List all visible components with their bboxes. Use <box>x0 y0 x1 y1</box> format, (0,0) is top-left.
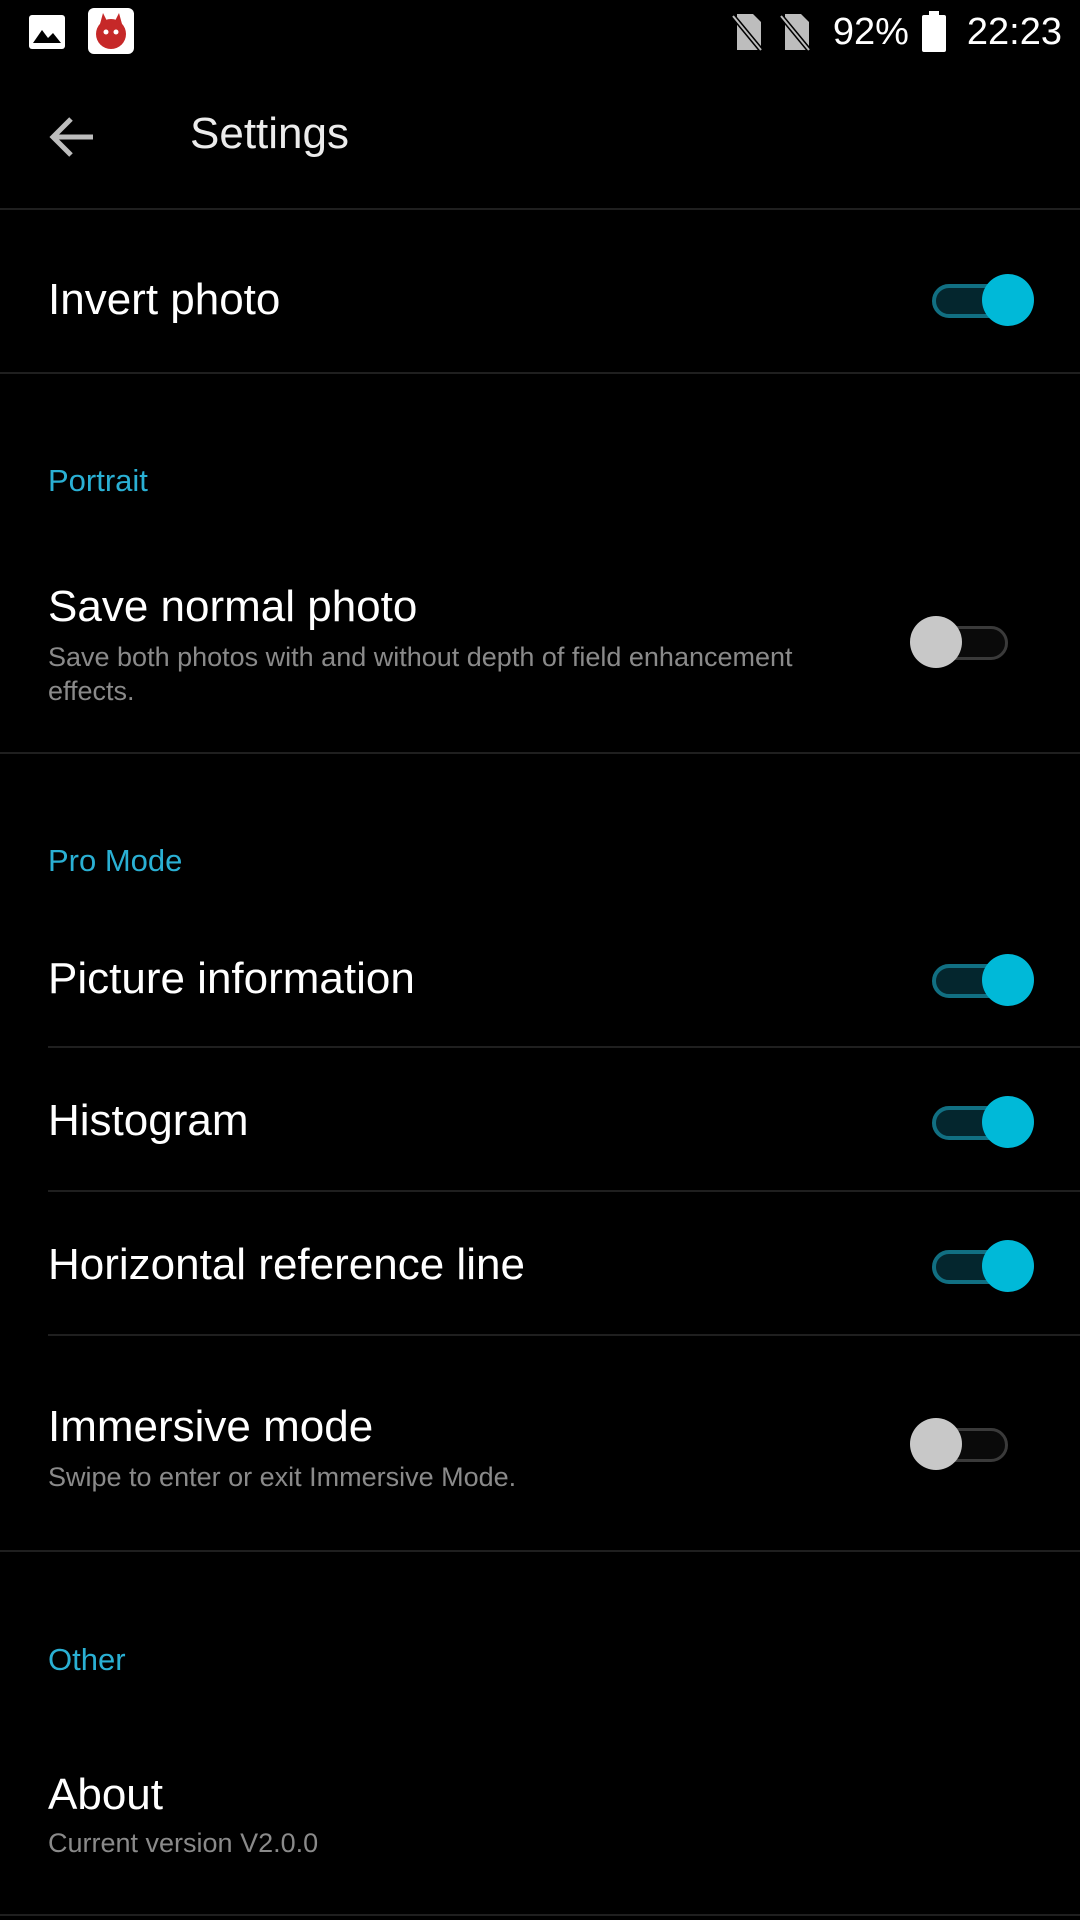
status-bar: 92% 22:23 <box>0 0 1080 64</box>
arrow-back-icon <box>49 115 97 159</box>
setting-title: About <box>48 1770 163 1819</box>
setting-title: Invert photo <box>48 275 281 324</box>
toggle-thumb <box>982 1096 1034 1148</box>
toggle-thumb <box>982 274 1034 326</box>
setting-title: Horizontal reference line <box>48 1240 525 1289</box>
setting-title: Histogram <box>48 1096 249 1145</box>
horizontal-reference-line-toggle[interactable] <box>924 1232 1034 1296</box>
setting-about[interactable]: About Current version V2.0.0 <box>0 1740 1080 1916</box>
immersive-mode-toggle[interactable] <box>910 1410 1020 1474</box>
clock: 22:23 <box>966 10 1062 53</box>
toggle-thumb <box>982 1240 1034 1292</box>
page-title: Settings <box>190 109 349 158</box>
antutu-app-icon <box>88 8 134 59</box>
section-header-pro-mode: Pro Mode <box>48 843 183 878</box>
invert-photo-toggle[interactable] <box>924 266 1034 330</box>
setting-immersive-mode[interactable]: Immersive mode Swipe to enter or exit Im… <box>0 1336 1080 1550</box>
section-header-other: Other <box>48 1642 126 1677</box>
toggle-thumb <box>910 1418 962 1470</box>
setting-invert-photo[interactable]: Invert photo <box>0 210 1080 372</box>
divider <box>0 372 1080 374</box>
divider <box>0 1550 1080 1552</box>
toggle-thumb <box>910 616 962 668</box>
setting-horizontal-reference-line[interactable]: Horizontal reference line <box>0 1192 1080 1334</box>
setting-picture-information[interactable]: Picture information <box>0 910 1080 1046</box>
battery-icon <box>921 11 947 53</box>
gallery-icon <box>28 14 66 55</box>
toggle-thumb <box>982 954 1034 1006</box>
no-sim-icon <box>778 12 811 52</box>
status-right: 92% 22:23 <box>730 6 1062 58</box>
picture-information-toggle[interactable] <box>924 946 1034 1010</box>
setting-subtitle: Swipe to enter or exit Immersive Mode. <box>48 1462 517 1492</box>
setting-title: Immersive mode <box>48 1402 374 1451</box>
divider <box>0 752 1080 754</box>
battery-percent: 92% <box>832 10 909 53</box>
histogram-toggle[interactable] <box>924 1088 1034 1152</box>
back-button[interactable] <box>28 102 118 172</box>
no-sim-icon <box>730 12 763 52</box>
setting-save-normal-photo[interactable]: Save normal photo Save both photos with … <box>0 560 1080 752</box>
setting-subtitle: Current version V2.0.0 <box>48 1828 319 1858</box>
setting-title: Picture information <box>48 954 415 1003</box>
app-bar: Settings <box>0 64 1080 210</box>
setting-subtitle: Save both photos with and without depth … <box>48 642 793 706</box>
section-header-portrait: Portrait <box>48 463 148 498</box>
divider <box>0 1914 1080 1916</box>
setting-title: Save normal photo <box>48 582 418 631</box>
setting-histogram[interactable]: Histogram <box>0 1048 1080 1190</box>
save-normal-photo-toggle[interactable] <box>910 608 1020 672</box>
